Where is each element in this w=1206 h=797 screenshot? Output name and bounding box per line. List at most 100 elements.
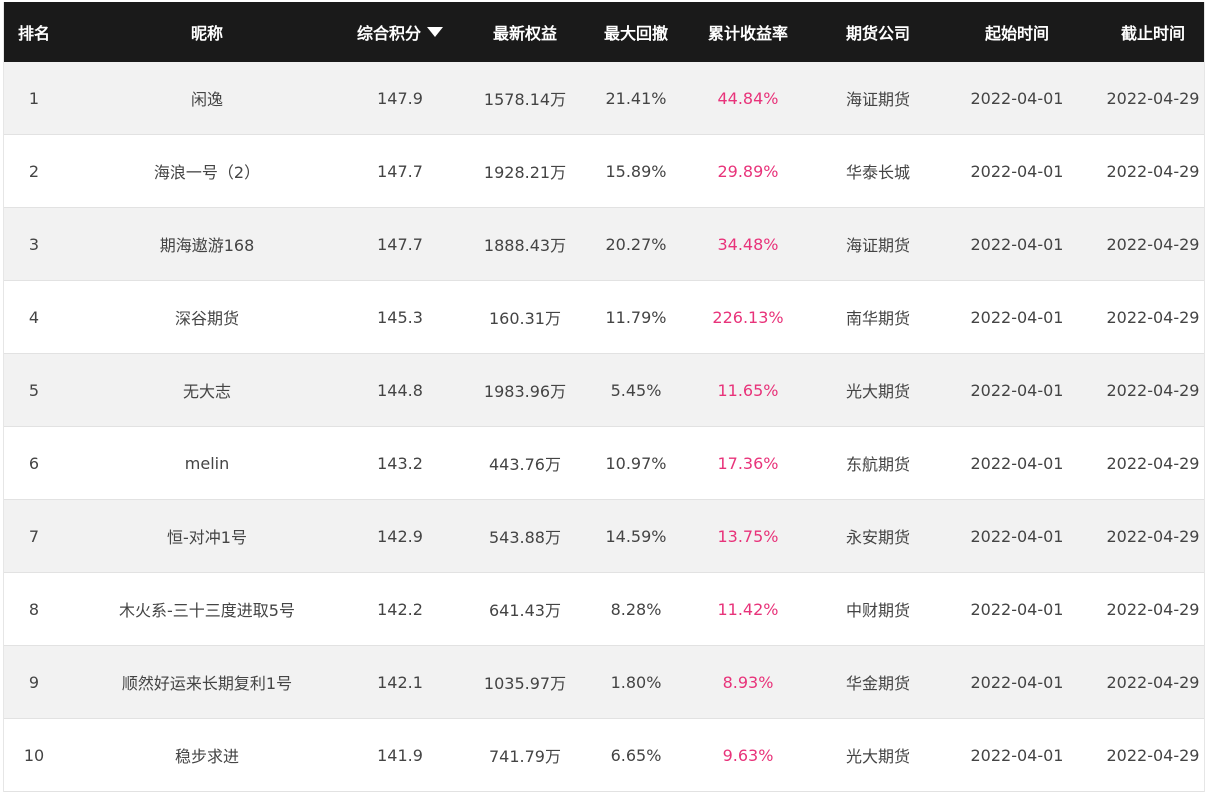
cell-start: 2022-04-01 — [970, 672, 1064, 692]
table-row[interactable]: 6 melin 143.2 443.76万 10.97% 17.36% 东航期货 2022-0… — [4, 427, 1204, 500]
cell-start: 2022-04-01 — [970, 526, 1064, 546]
cell-return: 34.48% — [717, 234, 779, 254]
table-row[interactable]: 9 顺然好运来长期复利1号 142.1 1035.97万 1.80% 8.93% 华金期货 2… — [4, 646, 1204, 719]
cell-equity: 1035.97万 — [483, 674, 567, 693]
cell-company: 海证期货 — [845, 236, 910, 255]
cell-drawdown: 11.79% — [605, 307, 667, 327]
cell-end: 2022-04-29 — [1106, 234, 1200, 254]
cell-rank: 6 — [28, 453, 40, 473]
cell-company: 华泰长城 — [845, 163, 910, 182]
cell-company: 光大期货 — [845, 382, 910, 401]
cell-score: 147.7 — [377, 234, 423, 254]
cell-company: 永安期货 — [845, 528, 910, 547]
cell-equity: 1928.21万 — [483, 163, 567, 182]
cell-score: 147.7 — [377, 161, 423, 181]
cell-start: 2022-04-01 — [970, 380, 1064, 400]
cell-return: 11.42% — [717, 599, 779, 619]
cell-score: 145.3 — [377, 307, 423, 327]
cell-drawdown: 1.80% — [610, 672, 662, 692]
header-score-label: 综合积分 — [356, 24, 421, 43]
cell-name: 闲逸 — [190, 90, 223, 109]
cell-end: 2022-04-29 — [1106, 88, 1200, 108]
cell-equity: 641.43万 — [489, 601, 561, 620]
cell-start: 2022-04-01 — [970, 307, 1064, 327]
cell-score: 141.9 — [377, 745, 423, 765]
cell-start: 2022-04-01 — [970, 745, 1064, 765]
cell-name: 稳步求进 — [174, 747, 239, 766]
table-row[interactable]: 10 稳步求进 141.9 741.79万 6.65% 9.63% 光大期货 2022-04-… — [4, 719, 1204, 792]
cell-return: 8.93% — [722, 672, 774, 692]
cell-score: 142.9 — [377, 526, 423, 546]
cell-end: 2022-04-29 — [1106, 526, 1200, 546]
table-header: 排名 昵称 综合积分 最新权益 最大回撤 累计收益率 期货公司 起始时间 截止时… — [4, 2, 1204, 62]
table-row[interactable]: 8 木火系-三十三度进取5号 142.2 641.43万 8.28% 11.42% 中财期货… — [4, 573, 1204, 646]
cell-equity: 1578.14万 — [483, 90, 567, 109]
table-row[interactable]: 7 恒-对冲1号 142.9 543.88万 14.59% 13.75% 永安期货 2022-… — [4, 500, 1204, 573]
cell-start: 2022-04-01 — [970, 234, 1064, 254]
cell-rank: 2 — [28, 161, 40, 181]
cell-drawdown: 21.41% — [605, 88, 667, 108]
cell-company: 南华期货 — [845, 309, 910, 328]
cell-drawdown: 6.65% — [610, 745, 662, 765]
header-start: 起始时间 — [984, 24, 1049, 43]
cell-rank: 3 — [28, 234, 40, 254]
cell-company: 海证期货 — [845, 90, 910, 109]
cell-drawdown: 14.59% — [605, 526, 667, 546]
header-drawdown: 最大回撤 — [603, 24, 668, 43]
cell-score: 142.1 — [377, 672, 423, 692]
cell-name: 海浪一号（2） — [153, 163, 261, 182]
cell-end: 2022-04-29 — [1106, 672, 1200, 692]
cell-drawdown: 5.45% — [610, 380, 662, 400]
cell-equity: 443.76万 — [489, 455, 561, 474]
cell-equity: 160.31万 — [489, 309, 561, 328]
cell-score: 143.2 — [377, 453, 423, 473]
table-body: 1 闲逸 147.9 1578.14万 21.41% 44.84% 海证期货 2022-04-… — [4, 62, 1204, 792]
cell-start: 2022-04-01 — [970, 453, 1064, 473]
cell-name: 木火系-三十三度进取5号 — [119, 601, 295, 620]
table-row[interactable]: 4 深谷期货 145.3 160.31万 11.79% 226.13% 南华期货 2022-0… — [4, 281, 1204, 354]
header-end: 截止时间 — [1120, 24, 1185, 43]
ranking-table: 排名 昵称 综合积分 最新权益 最大回撤 累计收益率 期货公司 起始时间 截止时… — [3, 2, 1205, 792]
cell-rank: 5 — [28, 380, 40, 400]
cell-name: 深谷期货 — [174, 309, 239, 328]
cell-return: 13.75% — [717, 526, 779, 546]
cell-rank: 10 — [23, 745, 45, 765]
cell-return: 226.13% — [712, 307, 784, 327]
cell-return: 29.89% — [717, 161, 779, 181]
cell-start: 2022-04-01 — [970, 599, 1064, 619]
header-equity: 最新权益 — [492, 24, 557, 43]
cell-name: 无大志 — [182, 382, 231, 401]
cell-equity: 1983.96万 — [483, 382, 567, 401]
cell-company: 中财期货 — [845, 601, 910, 620]
cell-return: 44.84% — [717, 88, 779, 108]
cell-score: 144.8 — [377, 380, 423, 400]
cell-company: 华金期货 — [845, 674, 910, 693]
table-row[interactable]: 3 期海遨游168 147.7 1888.43万 20.27% 34.48% 海证期货 202… — [4, 208, 1204, 281]
cell-end: 2022-04-29 — [1106, 380, 1200, 400]
caret-down-icon[interactable] — [427, 27, 443, 37]
header-score[interactable]: 综合积分 — [350, 20, 450, 44]
header-company: 期货公司 — [845, 24, 910, 43]
cell-equity: 543.88万 — [489, 528, 561, 547]
cell-rank: 9 — [28, 672, 40, 692]
cell-score: 142.2 — [377, 599, 423, 619]
cell-score: 147.9 — [377, 88, 423, 108]
table-row[interactable]: 5 无大志 144.8 1983.96万 5.45% 11.65% 光大期货 2022-04-… — [4, 354, 1204, 427]
cell-end: 2022-04-29 — [1106, 453, 1200, 473]
cell-drawdown: 8.28% — [610, 599, 662, 619]
sort-score-button[interactable]: 综合积分 — [357, 20, 443, 44]
cell-name: melin — [184, 453, 230, 473]
cell-company: 光大期货 — [845, 747, 910, 766]
cell-name: 期海遨游168 — [159, 236, 255, 255]
cell-name: 顺然好运来长期复利1号 — [121, 674, 293, 693]
cell-end: 2022-04-29 — [1106, 599, 1200, 619]
cell-rank: 4 — [28, 307, 40, 327]
header-rank: 排名 — [17, 24, 50, 43]
cell-equity: 741.79万 — [489, 747, 561, 766]
table-row[interactable]: 1 闲逸 147.9 1578.14万 21.41% 44.84% 海证期货 2022-04-… — [4, 62, 1204, 135]
cell-drawdown: 20.27% — [605, 234, 667, 254]
cell-end: 2022-04-29 — [1106, 161, 1200, 181]
cell-start: 2022-04-01 — [970, 161, 1064, 181]
cell-name: 恒-对冲1号 — [167, 528, 247, 547]
table-row[interactable]: 2 海浪一号（2） 147.7 1928.21万 15.89% 29.89% 华泰长城 202… — [4, 135, 1204, 208]
